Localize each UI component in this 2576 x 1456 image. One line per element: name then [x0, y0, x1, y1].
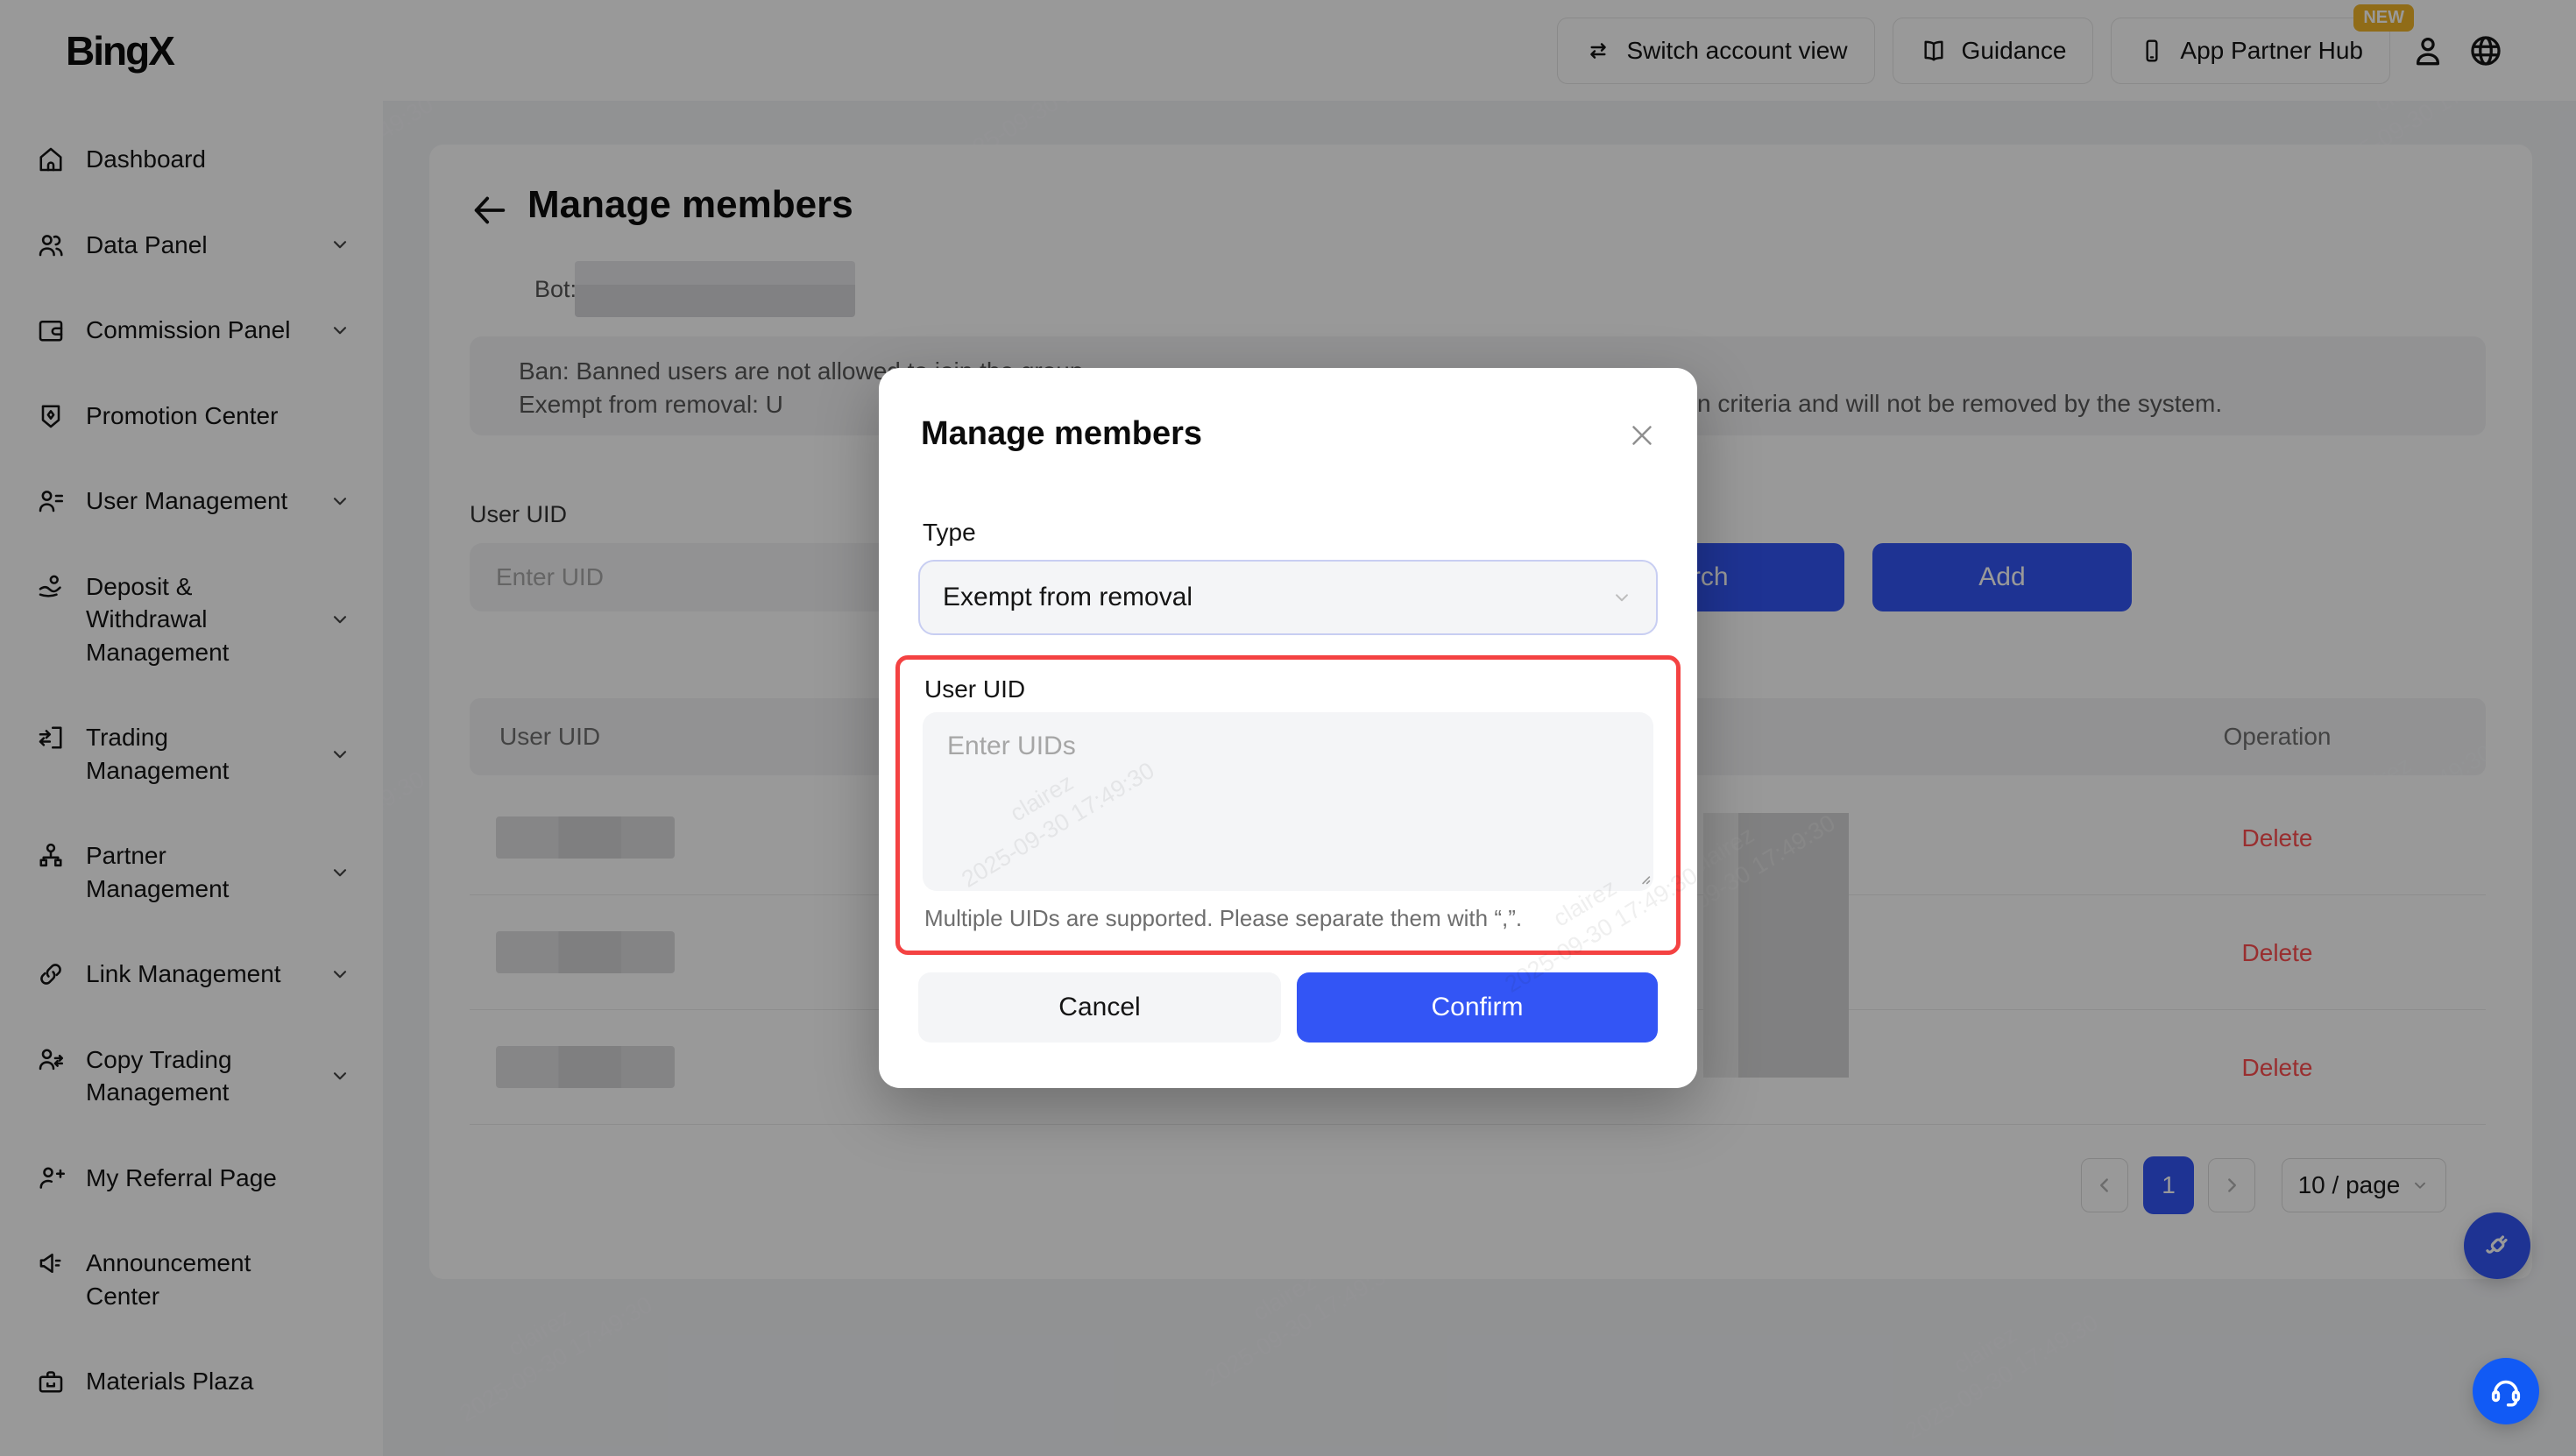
uids-helper-text: Multiple UIDs are supported. Please sepa… [924, 905, 1522, 932]
support-headset-button[interactable] [2473, 1358, 2539, 1424]
chevron-down-icon [1610, 586, 1633, 609]
type-label: Type [923, 519, 976, 547]
modal-user-uid-label: User UID [924, 675, 1025, 703]
modal-title: Manage members [921, 415, 1202, 453]
confirm-button[interactable]: Confirm [1297, 972, 1658, 1043]
close-icon[interactable] [1625, 419, 1659, 452]
cancel-button[interactable]: Cancel [918, 972, 1281, 1043]
type-select-value: Exempt from removal [943, 583, 1192, 612]
headset-icon [2488, 1373, 2524, 1410]
manage-members-modal: Manage members Type Exempt from removal … [879, 368, 1697, 1088]
type-select[interactable]: Exempt from removal [918, 560, 1658, 635]
